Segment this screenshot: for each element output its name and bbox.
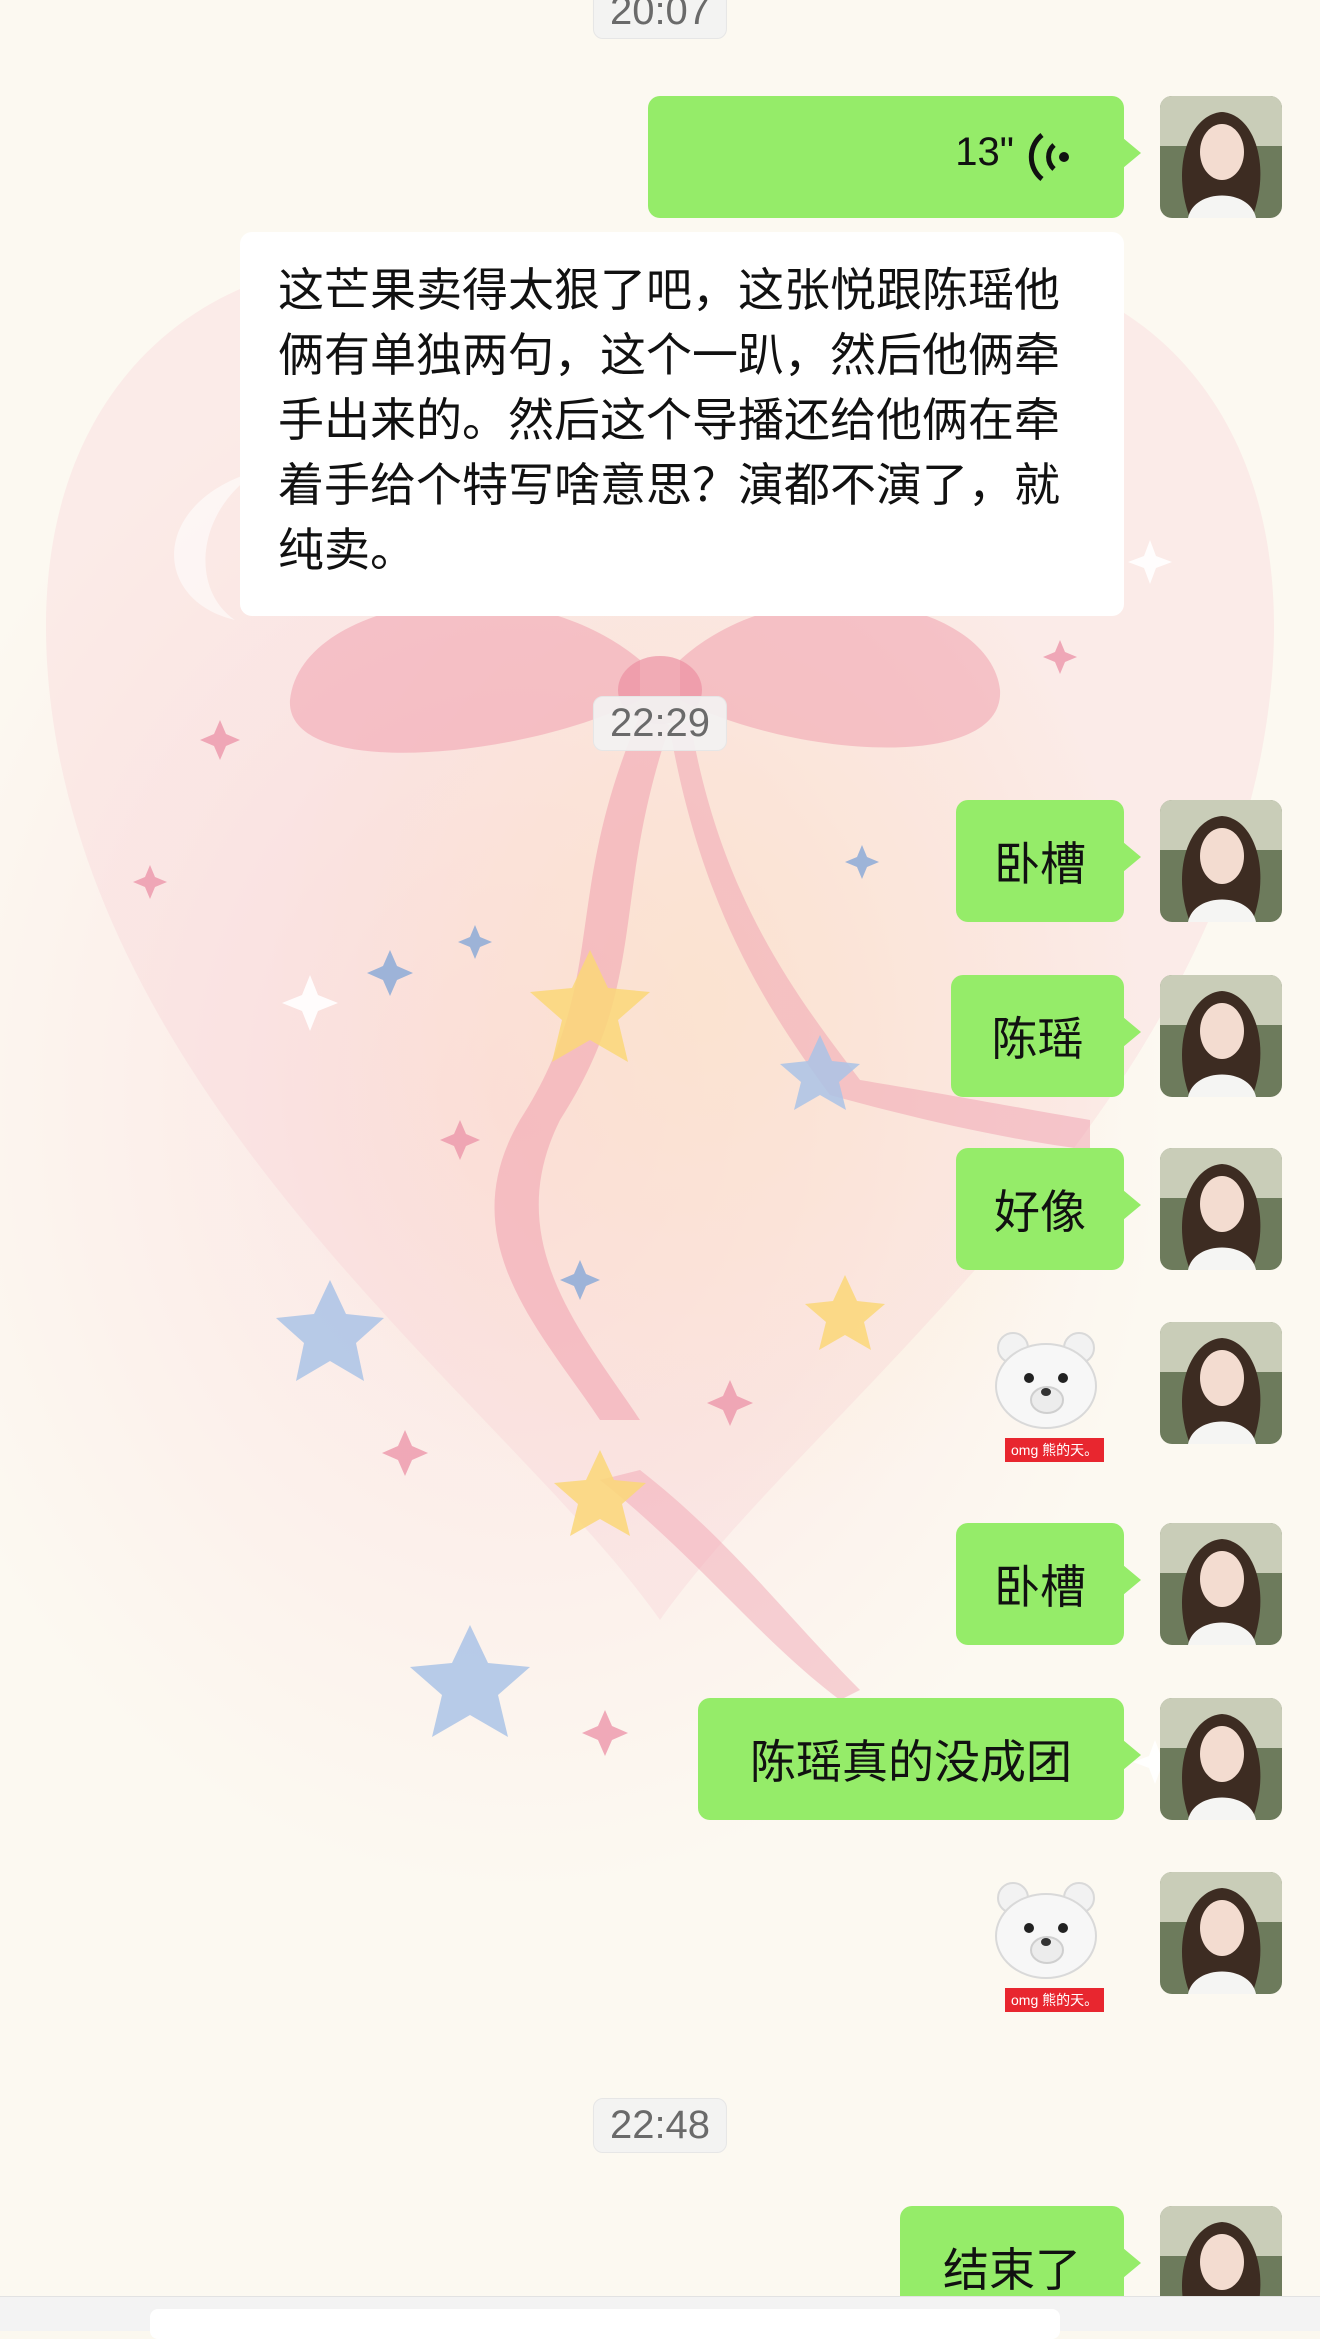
message-input-field[interactable] — [150, 2309, 1060, 2339]
input-toolbar — [0, 2296, 1320, 2339]
bear-sticker[interactable]: omg 熊的天。 — [983, 1326, 1109, 1466]
avatar[interactable] — [1160, 800, 1282, 922]
sent-message-bubble[interactable]: 卧槽 — [956, 1523, 1141, 1645]
avatar[interactable] — [1160, 975, 1282, 1097]
message-text: 结束了 — [943, 2243, 1081, 2297]
bear-sticker[interactable]: omg 熊的天。 — [983, 1876, 1109, 2016]
sticker-caption: omg 熊的天。 — [1005, 1988, 1105, 2012]
voice-wave-icon — [1028, 133, 1069, 181]
message-text: 这芒果卖得太狠了吧，这张悦跟陈瑶他俩有单独两句，这个一趴，然后他俩牵手出来的。然… — [278, 263, 1060, 577]
avatar[interactable] — [1160, 1698, 1282, 1820]
message-text: 陈瑶真的没成团 — [750, 1735, 1072, 1789]
received-message-bubble[interactable]: 这芒果卖得太狠了吧，这张悦跟陈瑶他俩有单独两句，这个一趴，然后他俩牵手出来的。然… — [240, 232, 1124, 616]
avatar[interactable] — [1160, 1148, 1282, 1270]
timestamp-chip: 20:07 — [592, 0, 728, 39]
sticker-caption: omg 熊的天。 — [1005, 1438, 1105, 1462]
sent-message-bubble[interactable]: 陈瑶 — [951, 975, 1141, 1097]
timestamp-chip: 22:29 — [592, 696, 728, 751]
message-text: 好像 — [994, 1185, 1086, 1239]
sent-message-bubble[interactable]: 陈瑶真的没成团 — [698, 1698, 1141, 1820]
message-text: 陈瑶 — [991, 1012, 1084, 1066]
avatar[interactable] — [1160, 96, 1282, 218]
message-text: 卧槽 — [994, 1560, 1086, 1614]
avatar[interactable] — [1160, 1322, 1282, 1444]
timestamp-chip: 22:48 — [592, 2098, 728, 2153]
bear-covering-mouth-icon — [995, 1332, 1097, 1429]
voice-message-bubble[interactable]: 13" — [648, 96, 1141, 218]
message-text: 卧槽 — [994, 837, 1086, 891]
avatar[interactable] — [1160, 1872, 1282, 1994]
sent-message-bubble[interactable]: 卧槽 — [956, 800, 1141, 922]
voice-duration: 13" — [955, 130, 1014, 174]
bear-covering-mouth-icon — [995, 1882, 1097, 1979]
avatar[interactable] — [1160, 1523, 1282, 1645]
sent-message-bubble[interactable]: 好像 — [956, 1148, 1141, 1270]
